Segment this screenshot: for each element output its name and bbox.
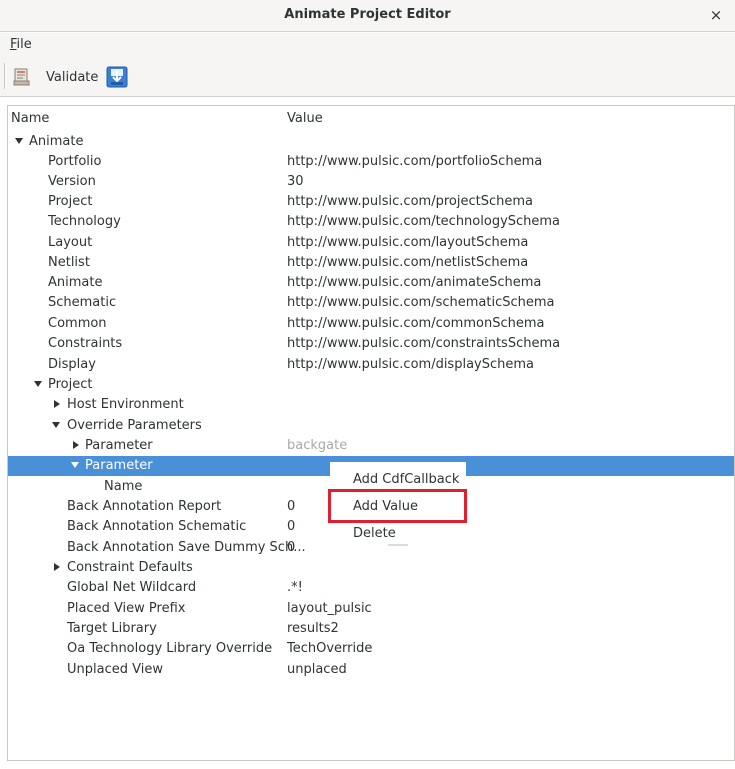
save-download-icon[interactable]: [106, 66, 128, 88]
row-value: http://www.pulsic.com/displaySchema: [287, 357, 534, 372]
row-value: 0: [287, 519, 296, 534]
tree-row-override-parameters[interactable]: Override Parameters: [8, 416, 734, 436]
menu-item-delete[interactable]: Delete: [353, 526, 396, 541]
expander-expanded-icon[interactable]: [15, 138, 23, 144]
menu-file[interactable]: File: [10, 37, 32, 52]
menu-item-add-cdfcallback[interactable]: Add CdfCallback: [353, 472, 459, 487]
row-value: http://www.pulsic.com/schematicSchema: [287, 295, 555, 310]
tree-row[interactable]: Placed View Prefix layout_pulsic: [8, 599, 734, 619]
validate-label: Validate: [46, 69, 99, 85]
row-value: backgate: [287, 438, 348, 453]
expander-collapsed-icon[interactable]: [54, 400, 60, 408]
row-value: http://www.pulsic.com/animateSchema: [287, 275, 542, 290]
tree-row[interactable]: Display http://www.pulsic.com/displaySch…: [8, 355, 734, 375]
row-value: 0: [287, 540, 296, 555]
tree-row[interactable]: Target Library results2: [8, 619, 734, 639]
expander-expanded-icon[interactable]: [34, 381, 42, 387]
column-header-value[interactable]: Value: [287, 111, 323, 126]
tree-row[interactable]: Technology http://www.pulsic.com/technol…: [8, 212, 734, 232]
tree-row[interactable]: Portfolio http://www.pulsic.com/portfoli…: [8, 152, 734, 172]
window-title: Animate Project Editor: [284, 7, 451, 22]
row-label: Constraint Defaults: [67, 560, 193, 575]
row-value: http://www.pulsic.com/projectSchema: [287, 194, 533, 209]
document-check-icon: [13, 68, 30, 86]
column-header-name[interactable]: Name: [11, 111, 49, 126]
row-label: Display: [48, 357, 96, 372]
row-label: Project: [48, 194, 93, 209]
row-label: Schematic: [48, 295, 117, 310]
toolbar-grip: [4, 63, 6, 89]
row-value: results2: [287, 621, 339, 636]
tree-row[interactable]: Version 30: [8, 172, 734, 192]
row-label: Netlist: [48, 255, 90, 270]
row-label: Back Annotation Schematic: [67, 519, 247, 534]
row-value: http://www.pulsic.com/technologySchema: [287, 214, 561, 229]
row-label: Global Net Wildcard: [67, 580, 197, 595]
menu-scroll-indicator: [388, 544, 408, 546]
tree-row[interactable]: Netlist http://www.pulsic.com/netlistSch…: [8, 253, 734, 273]
expander-collapsed-icon[interactable]: [73, 441, 79, 449]
tree-row-host-environment[interactable]: Host Environment: [8, 395, 734, 415]
project-tree[interactable]: Name Value Animate Portfolio http://www.…: [7, 105, 735, 761]
menu-bar: File: [0, 33, 735, 57]
row-value: unplaced: [287, 662, 347, 677]
row-label: Version: [48, 174, 96, 189]
row-label: Unplaced View: [67, 662, 163, 677]
tree-row[interactable]: Project http://www.pulsic.com/projectSch…: [8, 192, 734, 212]
tree-row[interactable]: Unplaced View unplaced: [8, 660, 734, 680]
row-label: Technology: [48, 214, 121, 229]
row-label: Oa Technology Library Override: [67, 641, 273, 656]
tree-row[interactable]: Constraints http://www.pulsic.com/constr…: [8, 334, 734, 354]
row-label: Target Library: [67, 621, 157, 636]
tree-row[interactable]: Oa Technology Library Override TechOverr…: [8, 639, 734, 659]
row-label: Common: [48, 316, 107, 331]
tree-row-project[interactable]: Project: [8, 375, 734, 395]
tree-row-constraint-defaults[interactable]: Constraint Defaults: [8, 558, 734, 578]
row-label: Placed View Prefix: [67, 601, 186, 616]
tree-row[interactable]: Layout http://www.pulsic.com/layoutSchem…: [8, 233, 734, 253]
expander-collapsed-icon[interactable]: [54, 563, 60, 571]
row-label: Project: [48, 377, 93, 392]
toolbar: Validate: [0, 57, 735, 97]
row-label: Layout: [48, 235, 93, 250]
tree-row[interactable]: Common http://www.pulsic.com/commonSchem…: [8, 314, 734, 334]
expander-expanded-icon[interactable]: [71, 462, 79, 468]
row-value: layout_pulsic: [287, 601, 372, 616]
row-value: .*!: [287, 580, 303, 595]
row-label: Name: [104, 479, 143, 494]
row-value: TechOverride: [287, 641, 373, 656]
row-value: 30: [287, 174, 304, 189]
expander-expanded-icon[interactable]: [52, 422, 60, 428]
row-label: Host Environment: [67, 397, 184, 412]
highlight-box: [328, 489, 467, 523]
row-label: Animate: [29, 134, 84, 149]
tree-row[interactable]: Schematic http://www.pulsic.com/schemati…: [8, 293, 734, 313]
row-value: http://www.pulsic.com/layoutSchema: [287, 235, 529, 250]
row-label: Back Annotation Save Dummy Sch...: [67, 540, 306, 555]
row-label: Constraints: [48, 336, 123, 351]
row-label: Override Parameters: [67, 418, 202, 433]
validate-button[interactable]: Validate: [12, 63, 98, 91]
close-icon[interactable]: ×: [707, 6, 725, 24]
row-value: http://www.pulsic.com/commonSchema: [287, 316, 545, 331]
row-value: http://www.pulsic.com/constraintsSchema: [287, 336, 561, 351]
tree-row-animate[interactable]: Animate: [8, 132, 734, 152]
tree-row[interactable]: Animate http://www.pulsic.com/animateSch…: [8, 273, 734, 293]
row-label: Back Annotation Report: [67, 499, 222, 514]
row-value: http://www.pulsic.com/portfolioSchema: [287, 154, 543, 169]
row-label: Parameter: [85, 438, 153, 453]
row-label: Portfolio: [48, 154, 102, 169]
tree-row[interactable]: Global Net Wildcard .*!: [8, 578, 734, 598]
row-value: 0: [287, 499, 296, 514]
title-bar: Animate Project Editor ×: [0, 0, 735, 32]
tree-row-parameter[interactable]: Parameter backgate: [8, 436, 734, 456]
row-label: Animate: [48, 275, 103, 290]
row-value: http://www.pulsic.com/netlistSchema: [287, 255, 529, 270]
menu-file-label: ile: [16, 37, 32, 52]
row-label: Parameter: [85, 458, 153, 473]
